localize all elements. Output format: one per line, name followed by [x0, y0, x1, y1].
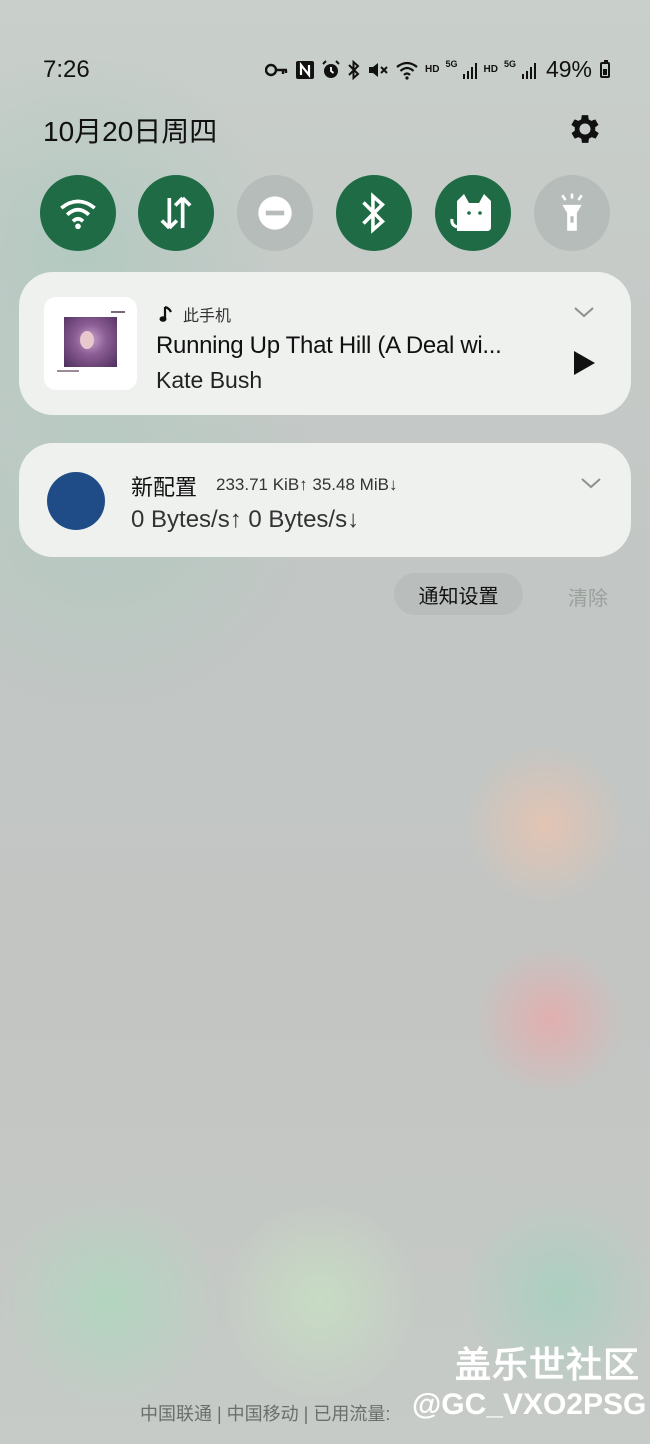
carrier-info: 中国联通 | 中国移动 | 已用流量:: [140, 1404, 391, 1424]
notification-shade: { "status_bar": { "time": "7:26", "icons…: [0, 0, 650, 1444]
data-transfer-icon: [160, 196, 192, 230]
bluetooth-icon: [348, 59, 360, 80]
clear-button[interactable]: 清除: [568, 582, 608, 611]
media-card[interactable]: 此手机 Running Up That Hill (A Deal wi... K…: [19, 272, 631, 415]
play-icon[interactable]: [572, 350, 596, 376]
media-source[interactable]: 此手机: [159, 302, 231, 326]
dnd-icon: [258, 196, 292, 230]
date-label: 10月20日周四: [43, 116, 218, 147]
media-source-label: 此手机: [183, 308, 232, 325]
status-icons: HD 5G HD 5G 49%: [265, 56, 610, 83]
flashlight-icon: [561, 193, 583, 231]
mute-icon: [369, 62, 388, 77]
status-time: 7:26: [43, 56, 90, 83]
bluetooth-icon: [362, 192, 386, 234]
qs-wifi-button[interactable]: [40, 175, 116, 251]
signal-5g-icon: [463, 62, 478, 79]
status-bar: 7:26 HD 5G HD 5G 49%: [0, 50, 650, 90]
notification-title: 新配置: [131, 475, 198, 500]
hd-label-2: HD: [483, 64, 498, 75]
media-artist: Kate Bush: [156, 367, 263, 393]
quick-settings: [40, 175, 610, 251]
notification-settings-button[interactable]: 通知设置: [394, 573, 523, 615]
app-icon: [47, 472, 105, 530]
battery-icon: [600, 59, 610, 78]
net-5g-label: 5G: [445, 58, 458, 69]
qs-flashlight-button[interactable]: [534, 175, 610, 251]
media-title: Running Up That Hill (A Deal wi...: [156, 332, 502, 359]
traffic-speed: 0 Bytes/s↑ 0 Bytes/s↓: [131, 506, 360, 533]
net-5g-label-2: 5G: [503, 58, 516, 69]
wifi-icon: [396, 61, 418, 80]
battery-percent: 49%: [545, 56, 592, 82]
watermark-title: 盖乐世社区: [455, 1344, 641, 1385]
chevron-down-icon[interactable]: [573, 305, 595, 319]
hd-label: HD: [425, 64, 440, 75]
qs-clash-button[interactable]: [435, 175, 511, 251]
traffic-stats: 233.71 KiB↑ 35.48 MiB↓: [216, 475, 398, 494]
signal-5g-icon-2: [521, 62, 536, 79]
key-icon: [265, 63, 288, 76]
vpn-notification-card[interactable]: 新配置 233.71 KiB↑ 35.48 MiB↓ 0 Bytes/s↑ 0 …: [19, 443, 631, 557]
wifi-icon: [60, 199, 96, 230]
album-art: [44, 297, 137, 390]
nfc-icon: [296, 60, 315, 79]
qs-mobile-data-button[interactable]: [138, 175, 214, 251]
qs-dnd-button[interactable]: [237, 175, 313, 251]
watermark-handle: @GC_VXO2PSG: [412, 1388, 647, 1421]
gear-icon[interactable]: [566, 110, 604, 148]
qs-bluetooth-button[interactable]: [336, 175, 412, 251]
alarm-icon: [322, 59, 340, 78]
music-note-icon: [159, 305, 172, 322]
chevron-down-icon[interactable]: [580, 476, 602, 490]
cat-icon: [450, 194, 491, 231]
